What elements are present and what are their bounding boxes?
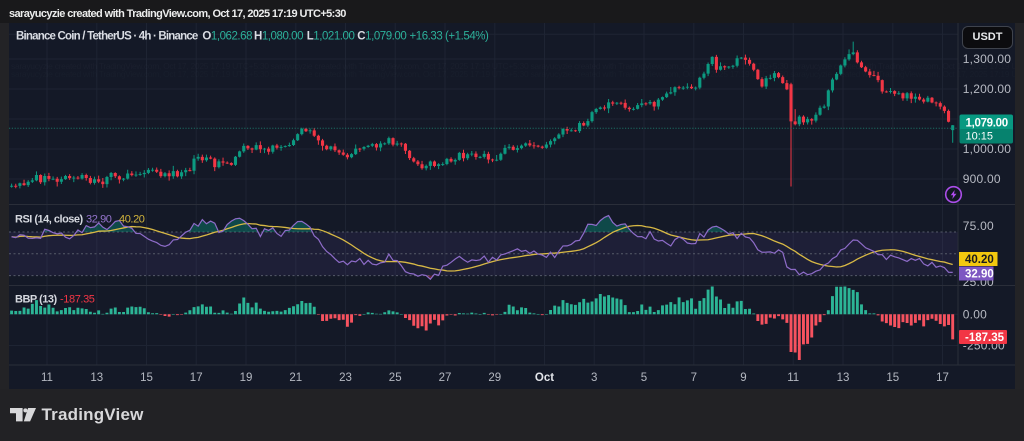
svg-text:13: 13 [90, 372, 103, 384]
svg-text:19: 19 [240, 372, 253, 384]
svg-text:13: 13 [837, 372, 850, 384]
svg-text:C1,079.00: C1,079.00 [357, 30, 406, 42]
svg-text:H1,080.00: H1,080.00 [254, 30, 303, 42]
svg-text:3: 3 [591, 372, 597, 384]
svg-text:Oct: Oct [535, 372, 554, 384]
svg-text:17: 17 [190, 372, 203, 384]
svg-text:40.20: 40.20 [119, 214, 145, 226]
svg-text:L1,021.00: L1,021.00 [307, 30, 355, 42]
svg-text:O1,062.68: O1,062.68 [202, 30, 252, 42]
svg-text:11: 11 [787, 372, 799, 384]
svg-text:27: 27 [439, 372, 452, 384]
svg-text:32.90: 32.90 [86, 214, 112, 226]
svg-text:75.00: 75.00 [963, 219, 994, 233]
svg-text:BBP (13): BBP (13) [15, 294, 57, 306]
svg-text:900.00: 900.00 [963, 172, 1001, 186]
svg-text:40.20: 40.20 [965, 254, 994, 266]
svg-text:5: 5 [641, 372, 647, 384]
svg-text:1,200.00: 1,200.00 [963, 82, 1011, 96]
svg-text:+16.33 (+1.54%): +16.33 (+1.54%) [410, 30, 490, 42]
svg-text:15: 15 [140, 372, 153, 384]
svg-text:1,000.00: 1,000.00 [963, 142, 1011, 156]
svg-text:RSI (14, close): RSI (14, close) [15, 214, 84, 226]
svg-text:-187.35: -187.35 [60, 294, 95, 306]
svg-text:17: 17 [936, 372, 949, 384]
svg-text:15: 15 [886, 372, 899, 384]
svg-text:21: 21 [289, 372, 302, 384]
svg-text:11: 11 [41, 372, 53, 384]
svg-text:1,079.00: 1,079.00 [966, 118, 1008, 130]
svg-text:1,300.00: 1,300.00 [963, 52, 1011, 66]
svg-text:0.00: 0.00 [963, 307, 987, 321]
svg-text:7: 7 [691, 372, 697, 384]
svg-text:32.90: 32.90 [965, 269, 994, 281]
svg-text:10:15: 10:15 [966, 131, 994, 143]
svg-text:25: 25 [389, 372, 402, 384]
svg-text:-187.35: -187.35 [965, 332, 1005, 344]
svg-text:Binance Coin / TetherUS · 4h ·: Binance Coin / TetherUS · 4h · Binance [16, 30, 198, 42]
svg-text:9: 9 [740, 372, 746, 384]
svg-text:29: 29 [488, 372, 501, 384]
svg-text:23: 23 [339, 372, 352, 384]
